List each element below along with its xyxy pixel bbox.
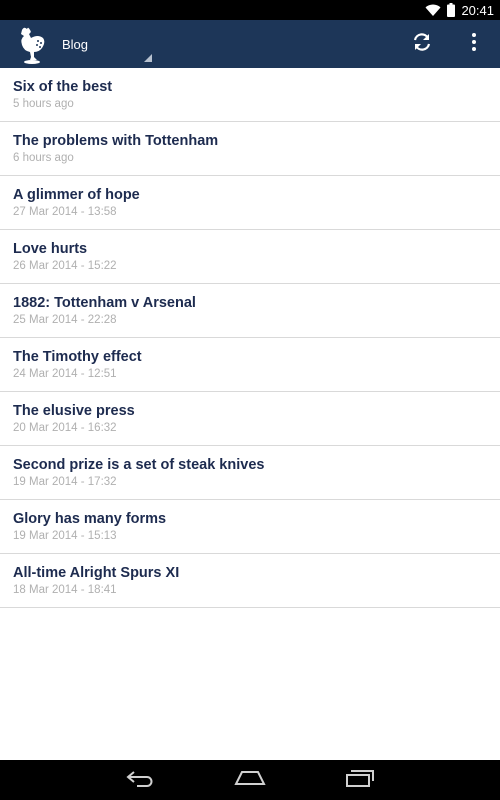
post-title: The Timothy effect [13, 348, 142, 365]
post-item[interactable]: All-time Alright Spurs XI 18 Mar 2014 - … [0, 554, 500, 608]
action-bar: Blog [0, 20, 500, 68]
battery-icon [447, 3, 456, 17]
back-button[interactable] [120, 765, 160, 795]
overflow-menu-icon [471, 32, 477, 57]
refresh-button[interactable] [396, 20, 448, 68]
post-date: 24 Mar 2014 - 12:51 [13, 367, 117, 380]
overflow-menu-button[interactable] [448, 20, 500, 68]
post-title: The problems with Tottenham [13, 132, 219, 149]
post-title: A glimmer of hope [13, 186, 140, 203]
post-date: 18 Mar 2014 - 18:41 [13, 583, 117, 596]
post-date: 19 Mar 2014 - 15:13 [13, 529, 117, 542]
home-icon [234, 770, 266, 791]
post-item[interactable]: The problems with Tottenham 6 hours ago [0, 122, 500, 176]
post-title: All-time Alright Spurs XI [13, 564, 180, 581]
post-item[interactable]: Glory has many forms 19 Mar 2014 - 15:13 [0, 500, 500, 554]
post-title: Second prize is a set of steak knives [13, 456, 265, 473]
wifi-icon [425, 4, 441, 17]
post-item[interactable]: Six of the best 5 hours ago [0, 68, 500, 122]
post-title: The elusive press [13, 402, 135, 419]
post-title: Love hurts [13, 240, 88, 257]
post-date: 5 hours ago [13, 97, 74, 110]
section-label: Blog [62, 36, 89, 52]
post-item[interactable]: Second prize is a set of steak knives 19… [0, 446, 500, 500]
navigation-bar [0, 760, 500, 800]
post-date: 6 hours ago [13, 151, 74, 164]
home-button[interactable] [230, 765, 270, 795]
cockerel-logo-icon[interactable] [12, 24, 48, 64]
post-date: 26 Mar 2014 - 15:22 [13, 259, 117, 272]
action-icons [396, 20, 500, 68]
status-time: 20:41 [461, 2, 494, 18]
post-item[interactable]: 1882: Tottenham v Arsenal 25 Mar 2014 - … [0, 284, 500, 338]
post-item[interactable]: A glimmer of hope 27 Mar 2014 - 13:58 [0, 176, 500, 230]
post-item[interactable]: Love hurts 26 Mar 2014 - 15:22 [0, 230, 500, 284]
recent-apps-button[interactable] [340, 765, 380, 795]
post-date: 20 Mar 2014 - 16:32 [13, 421, 117, 434]
post-title: Six of the best [13, 78, 113, 95]
post-list: Six of the best 5 hours ago The problems… [0, 68, 500, 608]
post-date: 25 Mar 2014 - 22:28 [13, 313, 117, 326]
post-title: 1882: Tottenham v Arsenal [13, 294, 196, 311]
post-item[interactable]: The Timothy effect 24 Mar 2014 - 12:51 [0, 338, 500, 392]
post-title: Glory has many forms [13, 510, 167, 527]
post-date: 19 Mar 2014 - 17:32 [13, 475, 117, 488]
post-item[interactable]: The elusive press 20 Mar 2014 - 16:32 [0, 392, 500, 446]
post-date: 27 Mar 2014 - 13:58 [13, 205, 117, 218]
recent-apps-icon [345, 769, 375, 792]
status-bar: 20:41 [0, 0, 500, 20]
back-icon [125, 769, 155, 792]
spinner-caret-icon [144, 54, 152, 62]
refresh-icon [411, 31, 433, 58]
section-spinner[interactable]: Blog [62, 20, 152, 68]
